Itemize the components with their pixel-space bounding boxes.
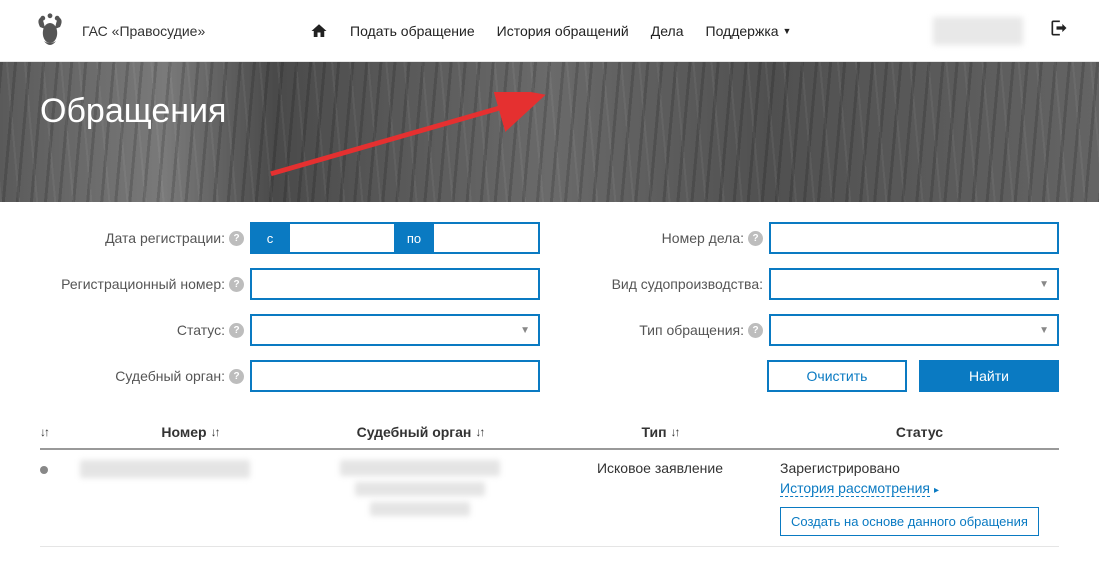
help-icon[interactable]: ? [229, 369, 244, 384]
chevron-down-icon: ▼ [783, 26, 792, 36]
label-date-reg: Дата регистрации: ? [40, 230, 250, 246]
home-icon[interactable] [310, 22, 328, 40]
emblem-icon [30, 11, 70, 51]
label-court: Судебный орган: ? [40, 368, 250, 384]
table-row: Исковое заявление Зарегистрировано Истор… [40, 450, 1059, 547]
status-dot-icon [40, 466, 48, 474]
date-range-input: с по [250, 222, 540, 254]
find-button[interactable]: Найти [919, 360, 1059, 392]
proc-type-select[interactable]: ▼ [769, 268, 1059, 300]
header: ГАС «Правосудие» Подать обращение Истори… [0, 0, 1099, 62]
col-header-type[interactable]: Тип↓↑ [540, 424, 780, 440]
help-icon[interactable]: ? [748, 323, 763, 338]
col-header-court[interactable]: Судебный орган↓↑ [300, 424, 540, 440]
status-text: Зарегистрировано [780, 460, 1059, 476]
table-header: ↓↑ Номер↓↑ Судебный орган↓↑ Тип↓↑ Статус [40, 416, 1059, 450]
history-link[interactable]: История рассмотрения [780, 480, 930, 497]
sort-icon: ↓↑ [475, 425, 483, 439]
nav-cases[interactable]: Дела [651, 23, 684, 39]
nav-history[interactable]: История обращений [497, 23, 629, 39]
date-to-input[interactable] [434, 222, 540, 254]
col-header-status: Статус [780, 424, 1059, 440]
help-icon[interactable]: ? [748, 231, 763, 246]
help-icon[interactable]: ? [229, 277, 244, 292]
logout-icon[interactable] [1049, 18, 1069, 44]
date-from-input[interactable] [290, 222, 394, 254]
label-case-num: Номер дела: ? [569, 230, 769, 246]
chevron-right-icon: ▸ [934, 485, 939, 496]
cell-number-redacted [80, 460, 300, 482]
col-header-num[interactable]: Номер↓↑ [80, 424, 300, 440]
results-table: ↓↑ Номер↓↑ Судебный орган↓↑ Тип↓↑ Статус… [0, 416, 1099, 577]
filter-panel: Дата регистрации: ? с по Номер дела: ? Р… [0, 202, 1099, 416]
brand-text: ГАС «Правосудие» [82, 23, 205, 39]
filter-buttons: Очистить Найти [767, 360, 1059, 392]
user-area [933, 17, 1069, 45]
nav-submit[interactable]: Подать обращение [350, 23, 475, 39]
chevron-down-icon: ▼ [1039, 279, 1049, 290]
appeal-type-select[interactable]: ▼ [769, 314, 1059, 346]
cell-status: Зарегистрировано История рассмотрения ▸ … [780, 460, 1059, 536]
sort-icon[interactable]: ↓↑ [40, 425, 48, 439]
status-select[interactable]: ▼ [250, 314, 540, 346]
banner: Обращения [0, 62, 1099, 202]
create-based-on-button[interactable]: Создать на основе данного обращения [780, 507, 1039, 536]
annotation-arrow [230, 92, 590, 182]
nav-support[interactable]: Поддержка ▼ [706, 23, 792, 39]
cell-type: Исковое заявление [540, 460, 780, 476]
label-reg-num: Регистрационный номер: ? [40, 276, 250, 292]
main-nav: Подать обращение История обращений Дела … [310, 22, 791, 40]
label-status: Статус: ? [40, 322, 250, 338]
court-input[interactable] [250, 360, 540, 392]
nav-support-label: Поддержка [706, 23, 779, 39]
case-num-input[interactable] [769, 222, 1059, 254]
cell-court-redacted [300, 460, 540, 516]
label-proc-type: Вид судопроизводства: [569, 276, 769, 292]
sort-icon: ↓↑ [671, 425, 679, 439]
label-appeal-type: Тип обращения: ? [569, 322, 769, 338]
clear-button[interactable]: Очистить [767, 360, 907, 392]
help-icon[interactable]: ? [229, 231, 244, 246]
chevron-down-icon: ▼ [1039, 325, 1049, 336]
user-name-redacted [933, 17, 1023, 45]
logo-area: ГАС «Правосудие» [30, 11, 310, 51]
sort-icon: ↓↑ [211, 425, 219, 439]
chevron-down-icon: ▼ [520, 325, 530, 336]
reg-num-input[interactable] [250, 268, 540, 300]
page-title: Обращения [40, 92, 226, 131]
date-to-button[interactable]: по [394, 222, 434, 254]
help-icon[interactable]: ? [229, 323, 244, 338]
date-from-button[interactable]: с [250, 222, 290, 254]
